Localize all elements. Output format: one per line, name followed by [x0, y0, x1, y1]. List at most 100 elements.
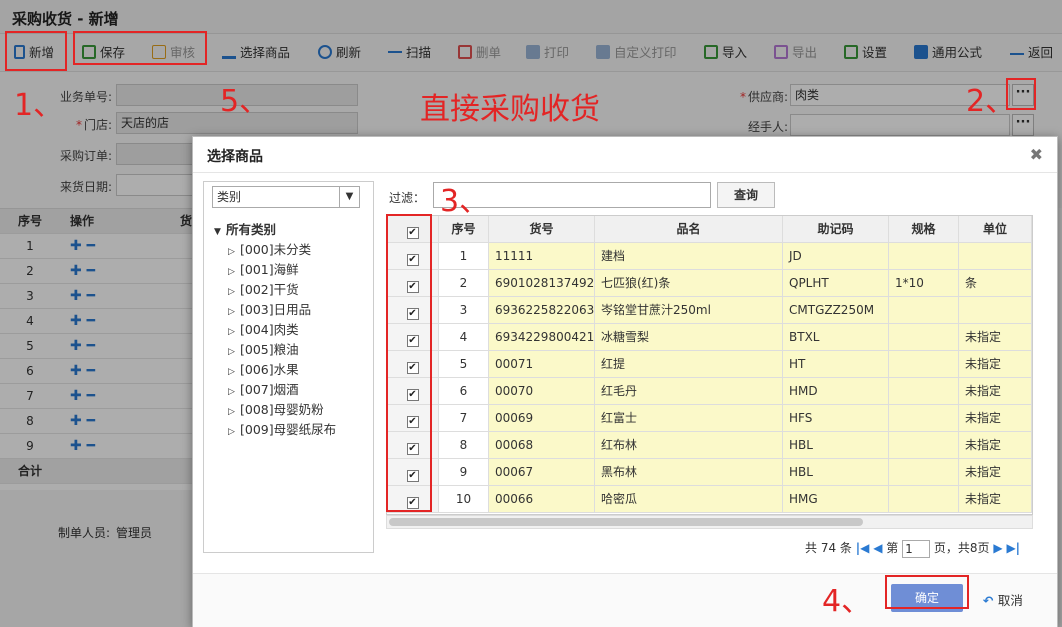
cell-spec: [889, 378, 959, 405]
tree-item[interactable]: ▷ [002]干货: [214, 280, 336, 300]
annotation-1: 1、: [14, 88, 64, 123]
table-row[interactable]: ✔ 7 00069 红富士 HFS 未指定: [387, 405, 1032, 432]
cell-no: 9: [439, 459, 489, 486]
dialog-title: 选择商品: [207, 149, 263, 165]
cell-unit: 未指定: [959, 432, 1032, 459]
collapsed-triangle-icon: ▷: [228, 247, 235, 257]
next-page-icon[interactable]: ▶: [993, 541, 1002, 555]
cell-unit: 条: [959, 270, 1032, 297]
collapsed-triangle-icon: ▷: [228, 347, 235, 357]
select-goods-dialog: 选择商品 ✖ 类别 ▼ ▼ 所有类别 ▷ [000]未分类 ▷ [001]海鲜 ▷ [002…: [192, 136, 1058, 627]
annotation-5: 5、: [220, 84, 270, 119]
tree-item[interactable]: ▷ [000]未分类: [214, 240, 336, 260]
cell-code: 00071: [489, 351, 595, 378]
last-page-icon[interactable]: ▶|: [1006, 541, 1020, 555]
annotation-3: 3、: [440, 184, 490, 219]
cell-name: 红毛丹: [595, 378, 783, 405]
query-button[interactable]: 查询: [717, 182, 775, 208]
collapsed-triangle-icon: ▷: [228, 307, 235, 317]
cell-unit: 未指定: [959, 324, 1032, 351]
table-row[interactable]: ✔ 9 00067 黑布林 HBL 未指定: [387, 459, 1032, 486]
cell-no: 4: [439, 324, 489, 351]
cancel-button[interactable]: ↶ 取消: [983, 590, 1023, 609]
cell-no: 8: [439, 432, 489, 459]
cell-unit: [959, 243, 1032, 270]
chevron-down-icon: ▼: [339, 187, 359, 207]
cell-no: 2: [439, 270, 489, 297]
cell-code: 00068: [489, 432, 595, 459]
cell-code: 6936225822063: [489, 297, 595, 324]
page-input[interactable]: 1: [902, 539, 931, 558]
tree-item[interactable]: ▷ [001]海鲜: [214, 260, 336, 280]
cell-spec: [889, 324, 959, 351]
cell-no: 6: [439, 378, 489, 405]
cell-name: 建档: [595, 243, 783, 270]
cell-name: 红布林: [595, 432, 783, 459]
annotation-main: 直接采购收货: [420, 92, 600, 127]
highlight-confirm: [885, 575, 969, 609]
tree-item[interactable]: ▷ [008]母婴奶粉: [214, 400, 336, 420]
tree-item[interactable]: ▷ [009]母婴纸尿布: [214, 420, 336, 440]
cell-spec: [889, 405, 959, 432]
cell-unit: 未指定: [959, 405, 1032, 432]
table-row[interactable]: ✔ 2 6901028137492 七匹狼(红)条 QPLHT 1*10 条: [387, 270, 1032, 297]
table-row[interactable]: ✔ 6 00070 红毛丹 HMD 未指定: [387, 378, 1032, 405]
grid-header: ✔ 序号 货号 品名 助记码 规格 单位: [387, 216, 1032, 243]
dialog-header: 选择商品 ✖: [193, 137, 1057, 173]
table-row[interactable]: ✔ 3 6936225822063 岑铭堂甘蔗汁250ml CMTGZZ250M: [387, 297, 1032, 324]
cell-spec: [889, 459, 959, 486]
cell-no: 7: [439, 405, 489, 432]
pagination: 共 74 条 |◀ ◀ 第 1 页，共8页 ▶ ▶|: [805, 539, 1021, 558]
cell-spec: [889, 432, 959, 459]
cell-mnem: JD: [783, 243, 889, 270]
scrollbar-thumb[interactable]: [389, 518, 863, 526]
horizontal-scrollbar[interactable]: [386, 515, 1033, 529]
table-row[interactable]: ✔ 10 00066 哈密瓜 HMG 未指定: [387, 486, 1032, 513]
table-row[interactable]: ✔ 5 00071 红提 HT 未指定: [387, 351, 1032, 378]
cell-no: 1: [439, 243, 489, 270]
tree-item[interactable]: ▷ [005]粮油: [214, 340, 336, 360]
close-icon[interactable]: ✖: [1030, 145, 1043, 164]
cell-mnem: BTXL: [783, 324, 889, 351]
table-row[interactable]: ✔ 8 00068 红布林 HBL 未指定: [387, 432, 1032, 459]
filter-label: 过滤：: [389, 191, 426, 205]
cell-no: 3: [439, 297, 489, 324]
cell-code: 00067: [489, 459, 595, 486]
cell-name: 红富士: [595, 405, 783, 432]
tree-item[interactable]: ▷ [004]肉类: [214, 320, 336, 340]
collapsed-triangle-icon: ▷: [228, 267, 235, 277]
cell-code: 6901028137492: [489, 270, 595, 297]
cell-spec: [889, 297, 959, 324]
category-panel: 类别 ▼ ▼ 所有类别 ▷ [000]未分类 ▷ [001]海鲜 ▷ [002]干货 ▷ [00…: [203, 181, 374, 553]
collapsed-triangle-icon: ▷: [228, 427, 235, 437]
tree-item[interactable]: ▷ [007]烟酒: [214, 380, 336, 400]
cell-name: 红提: [595, 351, 783, 378]
cell-code: 6934229800421: [489, 324, 595, 351]
cell-mnem: HMG: [783, 486, 889, 513]
cell-name: 冰糖雪梨: [595, 324, 783, 351]
category-select[interactable]: 类别 ▼: [212, 186, 360, 208]
cell-mnem: HMD: [783, 378, 889, 405]
highlight-save-audit: [73, 31, 207, 65]
annotation-2: 2、: [966, 84, 1016, 119]
table-row[interactable]: ✔ 1 11111 建档 JD: [387, 243, 1032, 270]
cell-mnem: HBL: [783, 432, 889, 459]
category-tree: ▼ 所有类别 ▷ [000]未分类 ▷ [001]海鲜 ▷ [002]干货 ▷ [003]日用品…: [214, 220, 336, 440]
collapsed-triangle-icon: ▷: [228, 327, 235, 337]
tree-item[interactable]: ▷ [006]水果: [214, 360, 336, 380]
cell-spec: [889, 486, 959, 513]
cell-no: 10: [439, 486, 489, 513]
table-row[interactable]: ✔ 4 6934229800421 冰糖雪梨 BTXL 未指定: [387, 324, 1032, 351]
cell-name: 黑布林: [595, 459, 783, 486]
first-page-icon[interactable]: |◀: [856, 541, 870, 555]
cell-mnem: CMTGZZ250M: [783, 297, 889, 324]
tree-item[interactable]: ▷ [003]日用品: [214, 300, 336, 320]
cell-unit: 未指定: [959, 486, 1032, 513]
expanded-triangle-icon: ▼: [214, 227, 221, 237]
cell-unit: 未指定: [959, 351, 1032, 378]
cell-unit: [959, 297, 1032, 324]
tree-root[interactable]: ▼ 所有类别: [214, 220, 336, 240]
prev-page-icon[interactable]: ◀: [873, 541, 882, 555]
cell-mnem: QPLHT: [783, 270, 889, 297]
cell-name: 七匹狼(红)条: [595, 270, 783, 297]
